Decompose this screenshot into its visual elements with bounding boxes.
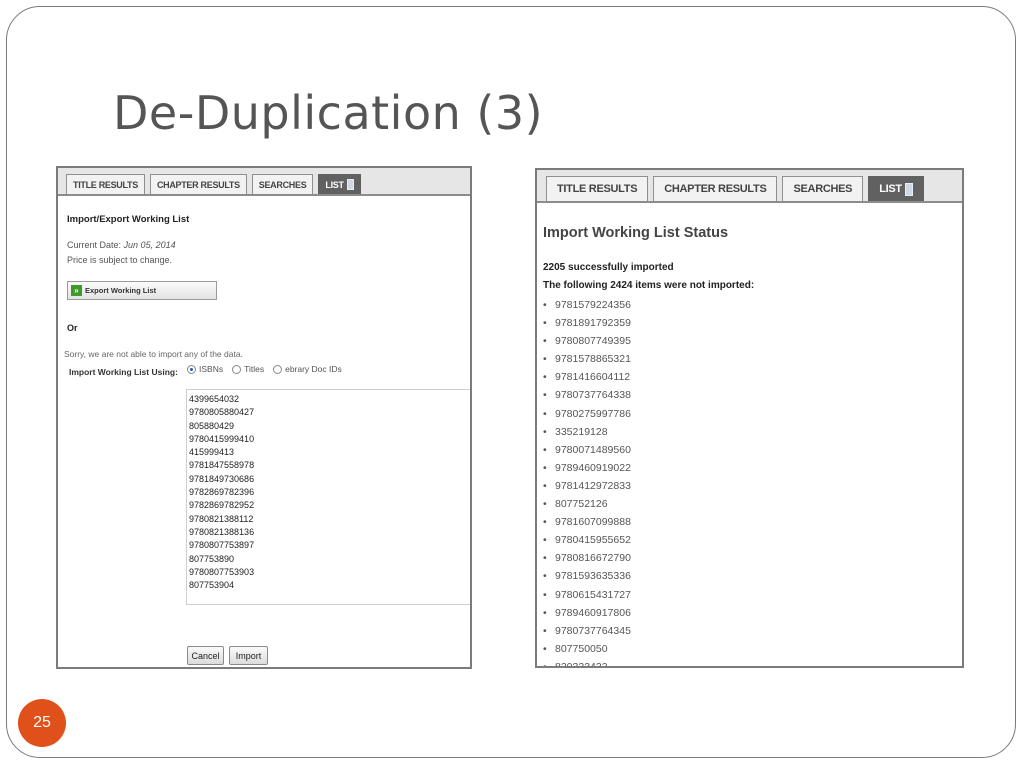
import-button[interactable]: Import (229, 646, 268, 665)
current-date: Current Date: Jun 05, 2014 (67, 240, 176, 250)
failed-item: 9780415955652 (543, 531, 631, 549)
failed-item: 9781579224356 (543, 296, 631, 314)
failed-item: 9781578865321 (543, 350, 631, 368)
list-icon (346, 179, 354, 190)
radio-button[interactable] (187, 364, 196, 374)
isbn-entry: 9780415999410 (189, 433, 255, 444)
isbn-entry: 807753890 (189, 553, 235, 564)
failed-item: 9781416604112 (543, 368, 631, 386)
import-type-options: ISBNs Titles ebrary Doc IDs (187, 364, 351, 374)
failed-item: 9780807749395 (543, 332, 631, 350)
failed-item: 9789460919022 (543, 459, 631, 477)
current-date-value: Jun 05, 2014 (123, 240, 176, 250)
left-tab-bar: TITLE RESULTS CHAPTER RESULTS SEARCHES L… (58, 168, 470, 196)
section-heading: Import/Export Working List (67, 214, 190, 225)
failed-item: 820333433 (543, 658, 631, 666)
isbn-entry: 9781847558978 (189, 460, 255, 471)
isbn-entry: 9780805880427 (189, 407, 255, 418)
isbn-entry: 9782869782396 (189, 487, 255, 498)
import-using-label: Import Working List Using: (69, 367, 178, 377)
tab-label: TITLE RESULTS (557, 183, 638, 195)
export-working-list-button[interactable]: » Export Working List (67, 281, 217, 300)
failed-item: 9780615431727 (543, 586, 631, 604)
tab-label: CHAPTER RESULTS (156, 179, 240, 190)
isbn-entry: 9780821388112 (189, 513, 254, 524)
radio-label: ebrary Doc IDs (285, 364, 342, 374)
radio-isbns[interactable]: ISBNs (187, 364, 223, 374)
isbn-entry: 805880429 (189, 420, 235, 431)
tab-title-results[interactable]: TITLE RESULTS (66, 174, 145, 194)
tab-searches[interactable]: SEARCHES (251, 174, 314, 194)
failed-items-list: 9781579224356978189179235997808077493959… (543, 296, 631, 666)
failed-item: 335219128 (543, 423, 631, 441)
failed-item: 9781607099888 (543, 513, 631, 531)
failed-item: 9780737764338 (543, 386, 631, 404)
failed-item: 9781412972833 (543, 477, 631, 495)
radio-label: Titles (244, 364, 265, 374)
success-count: 2205 successfully imported (543, 262, 674, 273)
isbn-entry: 9782869782952 (189, 500, 255, 511)
failed-item: 807750050 (543, 640, 631, 658)
tab-list[interactable]: LIST (868, 176, 924, 201)
list-icon (904, 182, 913, 196)
tab-label: TITLE RESULTS (73, 179, 138, 190)
failed-item: 9781593635336 (543, 567, 631, 585)
tab-chapter-results[interactable]: CHAPTER RESULTS (149, 174, 247, 194)
error-message: Sorry, we are not able to import any of … (64, 349, 243, 359)
import-status-panel: TITLE RESULTS CHAPTER RESULTS SEARCHES L… (535, 168, 964, 668)
double-chevron-right-icon: » (71, 285, 82, 296)
failure-count: The following 2424 items were not import… (543, 280, 755, 291)
tab-title-results[interactable]: TITLE RESULTS (546, 176, 649, 201)
failed-item: 9780071489560 (543, 441, 631, 459)
or-label: Or (67, 323, 78, 333)
tab-list[interactable]: LIST (318, 174, 361, 194)
radio-titles[interactable]: Titles (232, 364, 264, 374)
radio-label: ISBNs (199, 364, 224, 374)
price-note: Price is subject to change. (67, 255, 173, 265)
failed-item: 9789460917806 (543, 604, 631, 622)
failed-item: 9780816672790 (543, 549, 631, 567)
tab-chapter-results[interactable]: CHAPTER RESULTS (653, 176, 778, 201)
isbn-entry: 9781849730686 (189, 473, 255, 484)
isbn-entry: 415999413 (189, 447, 235, 458)
tab-label: LIST (879, 183, 902, 195)
import-export-panel: TITLE RESULTS CHAPTER RESULTS SEARCHES L… (56, 166, 472, 669)
tab-label: SEARCHES (793, 183, 853, 195)
slide-title: De-Duplication (3) (113, 86, 544, 140)
failed-item: 9780737764345 (543, 622, 631, 640)
isbn-entry: 9780821388136 (189, 526, 255, 537)
cancel-button[interactable]: Cancel (187, 646, 224, 665)
tab-label: CHAPTER RESULTS (664, 183, 767, 195)
isbn-entry: 4399654032 (189, 394, 240, 404)
tab-searches[interactable]: SEARCHES (782, 176, 864, 201)
export-button-label: Export Working List (85, 286, 157, 295)
failed-item: 9780275997786 (543, 405, 631, 423)
status-heading: Import Working List Status (543, 225, 729, 241)
isbn-entry: 807753904 (189, 580, 235, 591)
failed-item: 9781891792359 (543, 314, 631, 332)
tab-label: SEARCHES (258, 179, 307, 190)
failed-item: 807752126 (543, 495, 631, 513)
page-number-badge: 25 (18, 699, 66, 747)
radio-ebrary-doc-ids[interactable]: ebrary Doc IDs (273, 364, 342, 374)
tab-label: LIST (325, 179, 344, 190)
current-date-label: Current Date: (67, 240, 122, 250)
isbn-entry: 9780807753903 (189, 566, 255, 577)
isbn-textarea[interactable]: 4399654032 9780805880427 805880429 97804159… (186, 389, 470, 605)
radio-button[interactable] (232, 364, 242, 374)
isbn-entry: 9780807753897 (189, 540, 255, 551)
radio-button[interactable] (273, 364, 283, 374)
right-tab-bar: TITLE RESULTS CHAPTER RESULTS SEARCHES L… (537, 170, 962, 203)
